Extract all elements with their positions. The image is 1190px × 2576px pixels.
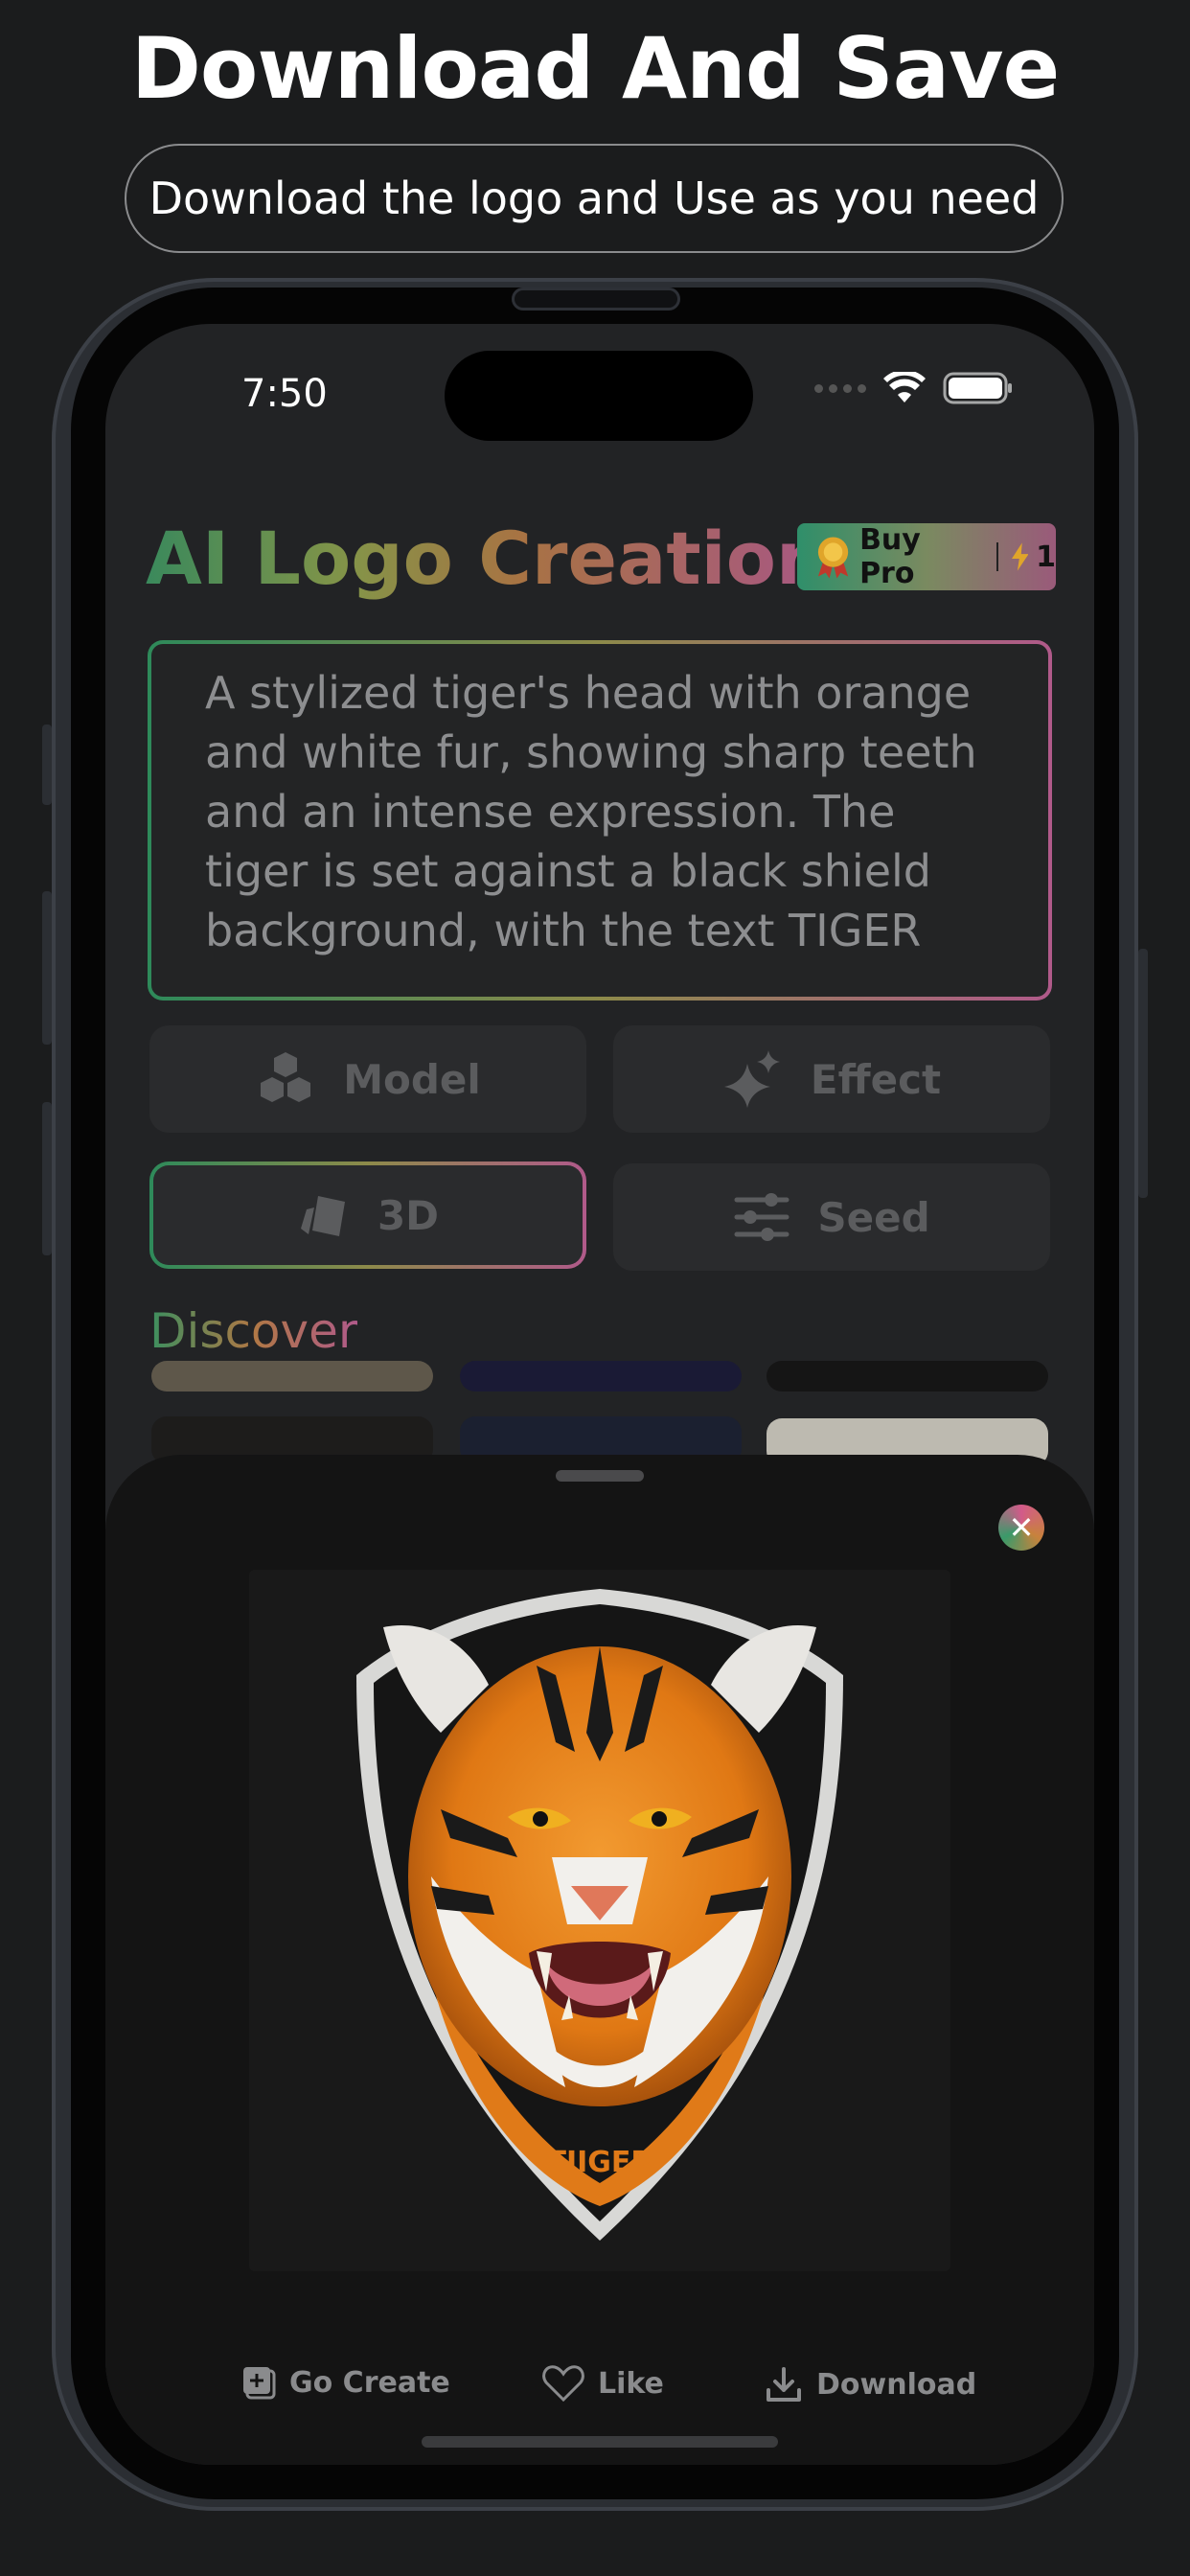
close-icon: ✕ — [1008, 1509, 1035, 1546]
3d-button[interactable]: 3D — [149, 1162, 586, 1269]
promo-headline: Download And Save — [130, 19, 1060, 118]
buy-pro-credits: 1 — [1036, 540, 1056, 574]
sheet-grabber[interactable] — [556, 1470, 644, 1482]
prompt-text: A stylized tiger's head with orange and … — [205, 667, 977, 956]
sheet-action-bar: Go Create Like Download — [105, 2346, 1094, 2423]
logo-text: TIIGER — [546, 2146, 652, 2179]
generated-logo-image: TIIGER TIZ — [249, 1570, 950, 2271]
app-title: AI Logo Creation — [146, 516, 829, 601]
3d-shape-icon — [300, 1196, 345, 1236]
like-button[interactable]: Like — [542, 2365, 664, 2402]
download-button[interactable]: Download — [765, 2365, 976, 2404]
effect-button[interactable]: Effect — [613, 1025, 1050, 1133]
discover-heading: Discover — [149, 1303, 358, 1359]
phone-volume-up-button — [42, 891, 52, 1045]
cubes-icon — [261, 1052, 311, 1102]
sliders-icon — [734, 1193, 790, 1241]
award-ribbon-icon — [817, 537, 849, 579]
seed-button-label: Seed — [817, 1193, 930, 1241]
phone-screen: 7:50 AI Logo Creation Buy Pro 1 A styliz… — [105, 324, 1094, 2465]
phone-action-button — [42, 724, 52, 805]
tiger-shield-logo: TIIGER TIZ — [356, 1589, 843, 2241]
close-button[interactable]: ✕ — [998, 1505, 1044, 1551]
sparkles-icon — [723, 1050, 780, 1108]
download-label: Download — [816, 2367, 977, 2402]
heart-icon — [542, 2365, 584, 2402]
add-square-icon — [243, 2367, 276, 2400]
buy-pro-label: Buy Pro — [859, 523, 921, 590]
go-create-button[interactable]: Go Create — [241, 2365, 450, 2400]
3d-button-label: 3D — [377, 1191, 440, 1239]
go-create-label: Go Create — [289, 2365, 450, 2400]
discover-thumb[interactable] — [767, 1361, 1048, 1392]
discover-thumb[interactable] — [460, 1361, 742, 1392]
prompt-textarea[interactable]: A stylized tiger's head with orange and … — [148, 640, 1052, 1000]
seed-button[interactable]: Seed — [613, 1163, 1050, 1271]
promo-subtitle: Download the logo and Use as you need — [125, 144, 1064, 253]
lightning-icon — [1011, 542, 1029, 571]
model-button[interactable]: Model — [149, 1025, 586, 1133]
phone-speaker — [512, 288, 680, 310]
model-button-label: Model — [343, 1055, 481, 1103]
home-indicator[interactable] — [422, 2436, 778, 2448]
download-icon — [767, 2367, 801, 2402]
logo-subtext: TIZ — [591, 2183, 607, 2194]
effect-button-label: Effect — [810, 1055, 942, 1103]
discover-thumb[interactable] — [151, 1361, 433, 1392]
phone-power-button — [1138, 949, 1148, 1198]
like-label: Like — [598, 2366, 664, 2401]
phone-volume-down-button — [42, 1102, 52, 1255]
buy-pro-button[interactable]: Buy Pro 1 — [797, 523, 1056, 590]
buy-pro-separator — [995, 542, 998, 571]
